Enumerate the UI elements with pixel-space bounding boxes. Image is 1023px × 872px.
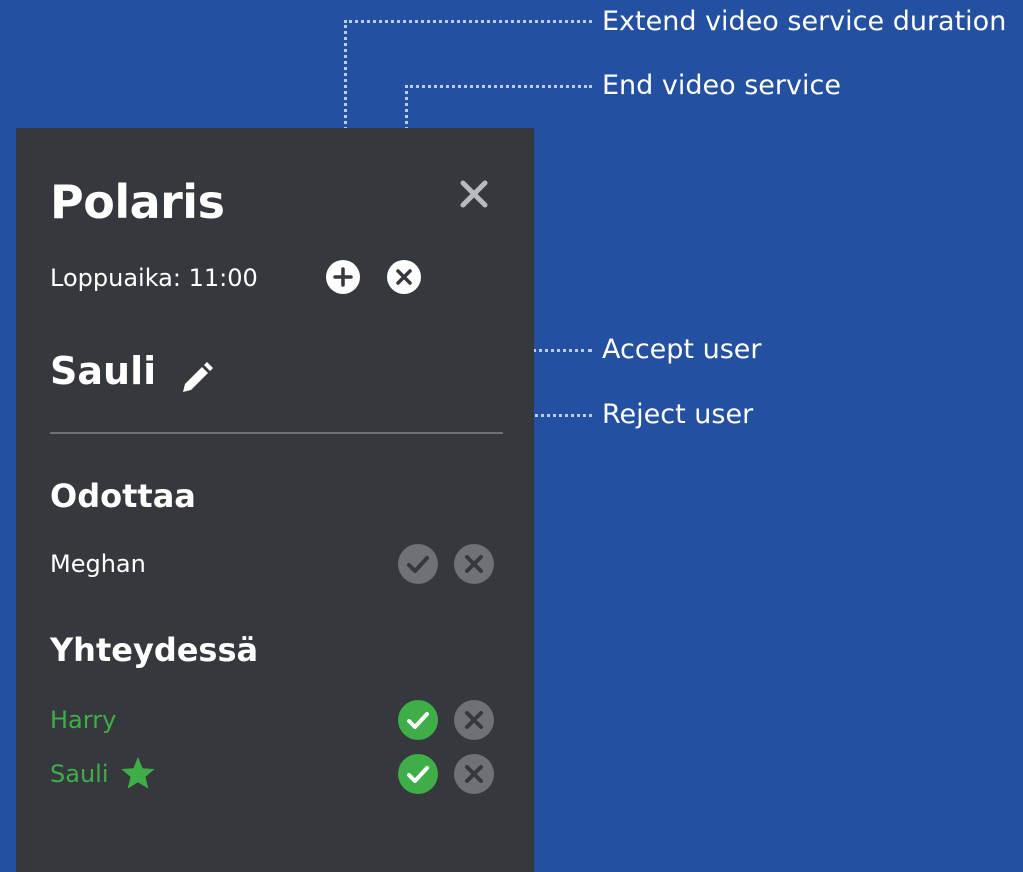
check-circle-icon: [407, 766, 429, 783]
connected-user-name: Harry: [50, 706, 117, 734]
x-circle-icon: [465, 765, 483, 783]
x-circle-icon: [465, 555, 483, 573]
annotation-extend-label: Extend video service duration: [602, 6, 1007, 37]
x-circle-icon: [465, 711, 483, 729]
connected-heading: Yhteydessä: [50, 631, 259, 669]
accept-user-button[interactable]: [398, 700, 438, 740]
check-circle-icon: [407, 556, 429, 573]
accept-user-button[interactable]: [398, 754, 438, 794]
annotation-end-label: End video service: [602, 70, 841, 101]
waiting-user-name: Meghan: [50, 550, 146, 578]
panel-title: Polaris: [50, 175, 225, 229]
pencil-icon[interactable]: [176, 358, 216, 398]
divider: [50, 432, 503, 434]
annotation-reject-label: Reject user: [602, 399, 754, 430]
star-icon: [120, 756, 156, 790]
video-service-panel: Polaris Loppuaika: 11:00 Sauli Odottaa M…: [16, 128, 534, 872]
close-icon[interactable]: [454, 174, 494, 214]
connected-user-name: Sauli: [50, 760, 109, 788]
reject-user-button[interactable]: [454, 700, 494, 740]
accept-user-button[interactable]: [398, 544, 438, 584]
annotation-end-leader-h: [405, 85, 592, 88]
waiting-heading: Odottaa: [50, 477, 196, 515]
end-service-button[interactable]: [387, 260, 421, 294]
extend-duration-button[interactable]: [326, 260, 360, 294]
x-circle-icon: [396, 269, 412, 285]
annotation-extend-leader-h: [344, 20, 592, 23]
check-circle-icon: [407, 712, 429, 729]
annotation-accept-label: Accept user: [602, 334, 762, 365]
plus-circle-icon: [333, 267, 353, 287]
reject-user-button[interactable]: [454, 754, 494, 794]
current-username: Sauli: [50, 349, 157, 393]
reject-user-button[interactable]: [454, 544, 494, 584]
end-time-label: Loppuaika: 11:00: [50, 264, 258, 292]
